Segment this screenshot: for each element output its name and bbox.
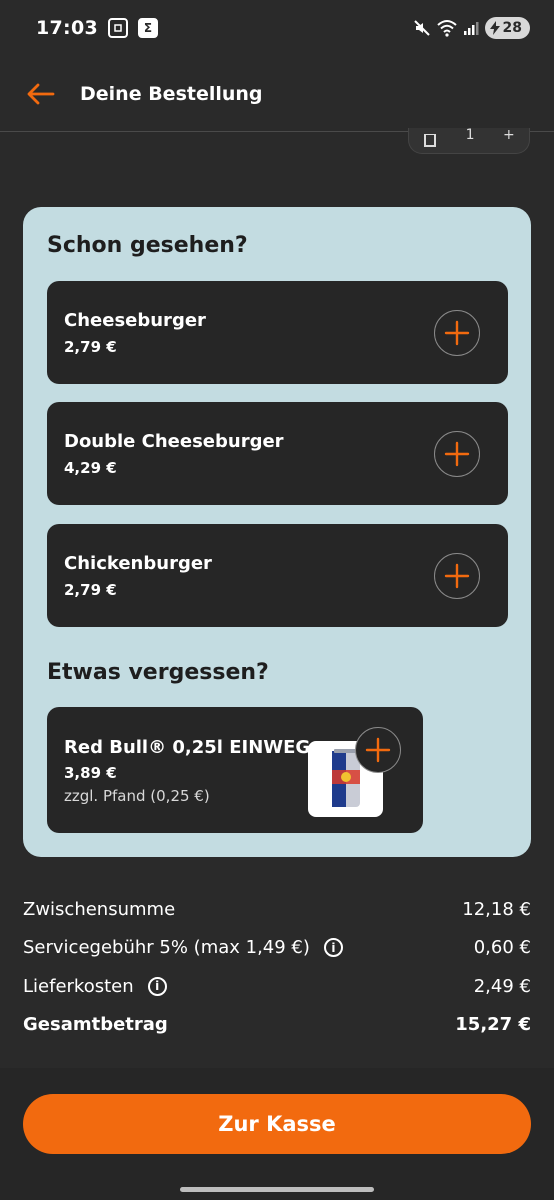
suggestion-price: 4,29 € (64, 459, 117, 477)
forgot-item-card[interactable]: Red Bull® 0,25l EINWEG 3,89 € zzgl. Pfan… (47, 707, 423, 833)
battery-indicator: 28 (484, 17, 530, 39)
sigma-icon: Σ (137, 18, 158, 38)
app-bar: Deine Bestellung (0, 56, 554, 132)
suggestion-price: 2,79 € (64, 581, 117, 599)
plus-icon (365, 737, 391, 763)
wifi-icon (436, 20, 457, 37)
subtotal-value: 12,18 € (462, 898, 531, 920)
delivery-label-group: Lieferkosten i (23, 976, 167, 997)
status-time: 17:03 (36, 17, 98, 39)
battery-level: 28 (502, 20, 522, 36)
suggestion-card-chickenburger[interactable]: Chickenburger 2,79 € (47, 524, 508, 627)
arrow-left-icon (27, 83, 55, 104)
add-chickenburger-button[interactable] (434, 553, 480, 599)
info-icon[interactable]: i (323, 938, 343, 958)
bottom-bar: Zur Kasse (0, 1068, 554, 1200)
add-cheeseburger-button[interactable] (434, 310, 480, 356)
status-bar: 17:03 Σ 28 (0, 0, 554, 56)
subtotal-row: Zwischensumme 12,18 € (23, 890, 531, 929)
add-double-cheeseburger-button[interactable] (434, 431, 480, 477)
total-row: Gesamtbetrag 15,27 € (23, 1006, 531, 1045)
quantity-value: 1 (465, 128, 475, 143)
total-label: Gesamtbetrag (23, 1014, 168, 1036)
forgot-item-name: Red Bull® 0,25l EINWEG (64, 737, 311, 758)
upsell-panel: Schon gesehen? Cheeseburger 2,79 € Doubl… (23, 207, 531, 857)
screenshot-icon (107, 18, 128, 38)
plus-icon (444, 320, 470, 346)
forgot-item-price: 3,89 € (64, 764, 117, 782)
checkout-button[interactable]: Zur Kasse (23, 1094, 531, 1154)
suggestion-card-double-cheeseburger[interactable]: Double Cheeseburger 4,29 € (47, 402, 508, 505)
suggestion-name: Double Cheeseburger (64, 431, 284, 452)
mute-icon (413, 20, 430, 36)
total-value: 15,27 € (455, 1014, 531, 1036)
delivery-label: Lieferkosten (23, 975, 134, 997)
forgot-title: Etwas vergessen? (47, 660, 269, 685)
quantity-stepper[interactable]: 1 + (408, 128, 530, 154)
order-totals: Zwischensumme 12,18 € Servicegebühr 5% (… (23, 890, 531, 1044)
delivery-value: 2,49 € (473, 975, 531, 997)
upsell-title: Schon gesehen? (47, 233, 248, 258)
forgot-item-deposit: zzgl. Pfand (0,25 €) (64, 787, 210, 805)
info-icon[interactable]: i (147, 976, 167, 996)
service-fee-label-group: Servicegebühr 5% (max 1,49 €) i (23, 937, 343, 958)
suggestion-card-cheeseburger[interactable]: Cheeseburger 2,79 € (47, 281, 508, 384)
status-right: 28 (413, 17, 530, 39)
home-indicator[interactable] (180, 1187, 374, 1192)
charging-icon (489, 21, 500, 35)
service-fee-row: Servicegebühr 5% (max 1,49 €) i 0,60 € (23, 929, 531, 968)
suggestion-price: 2,79 € (64, 338, 117, 356)
plus-icon (444, 441, 470, 467)
add-red-bull-button[interactable] (355, 727, 401, 773)
suggestion-name: Cheeseburger (64, 310, 206, 331)
service-fee-value: 0,60 € (473, 937, 531, 959)
trash-icon[interactable] (423, 133, 437, 148)
status-left: 17:03 Σ (36, 17, 158, 39)
subtotal-label: Zwischensumme (23, 898, 176, 920)
plus-icon (444, 563, 470, 589)
back-button[interactable] (26, 79, 56, 109)
signal-icon (463, 22, 479, 35)
quantity-plus[interactable]: + (503, 128, 515, 142)
service-fee-label: Servicegebühr 5% (max 1,49 €) (23, 937, 310, 959)
delivery-row: Lieferkosten i 2,49 € (23, 967, 531, 1006)
suggestion-name: Chickenburger (64, 553, 212, 574)
page-title: Deine Bestellung (80, 82, 263, 105)
